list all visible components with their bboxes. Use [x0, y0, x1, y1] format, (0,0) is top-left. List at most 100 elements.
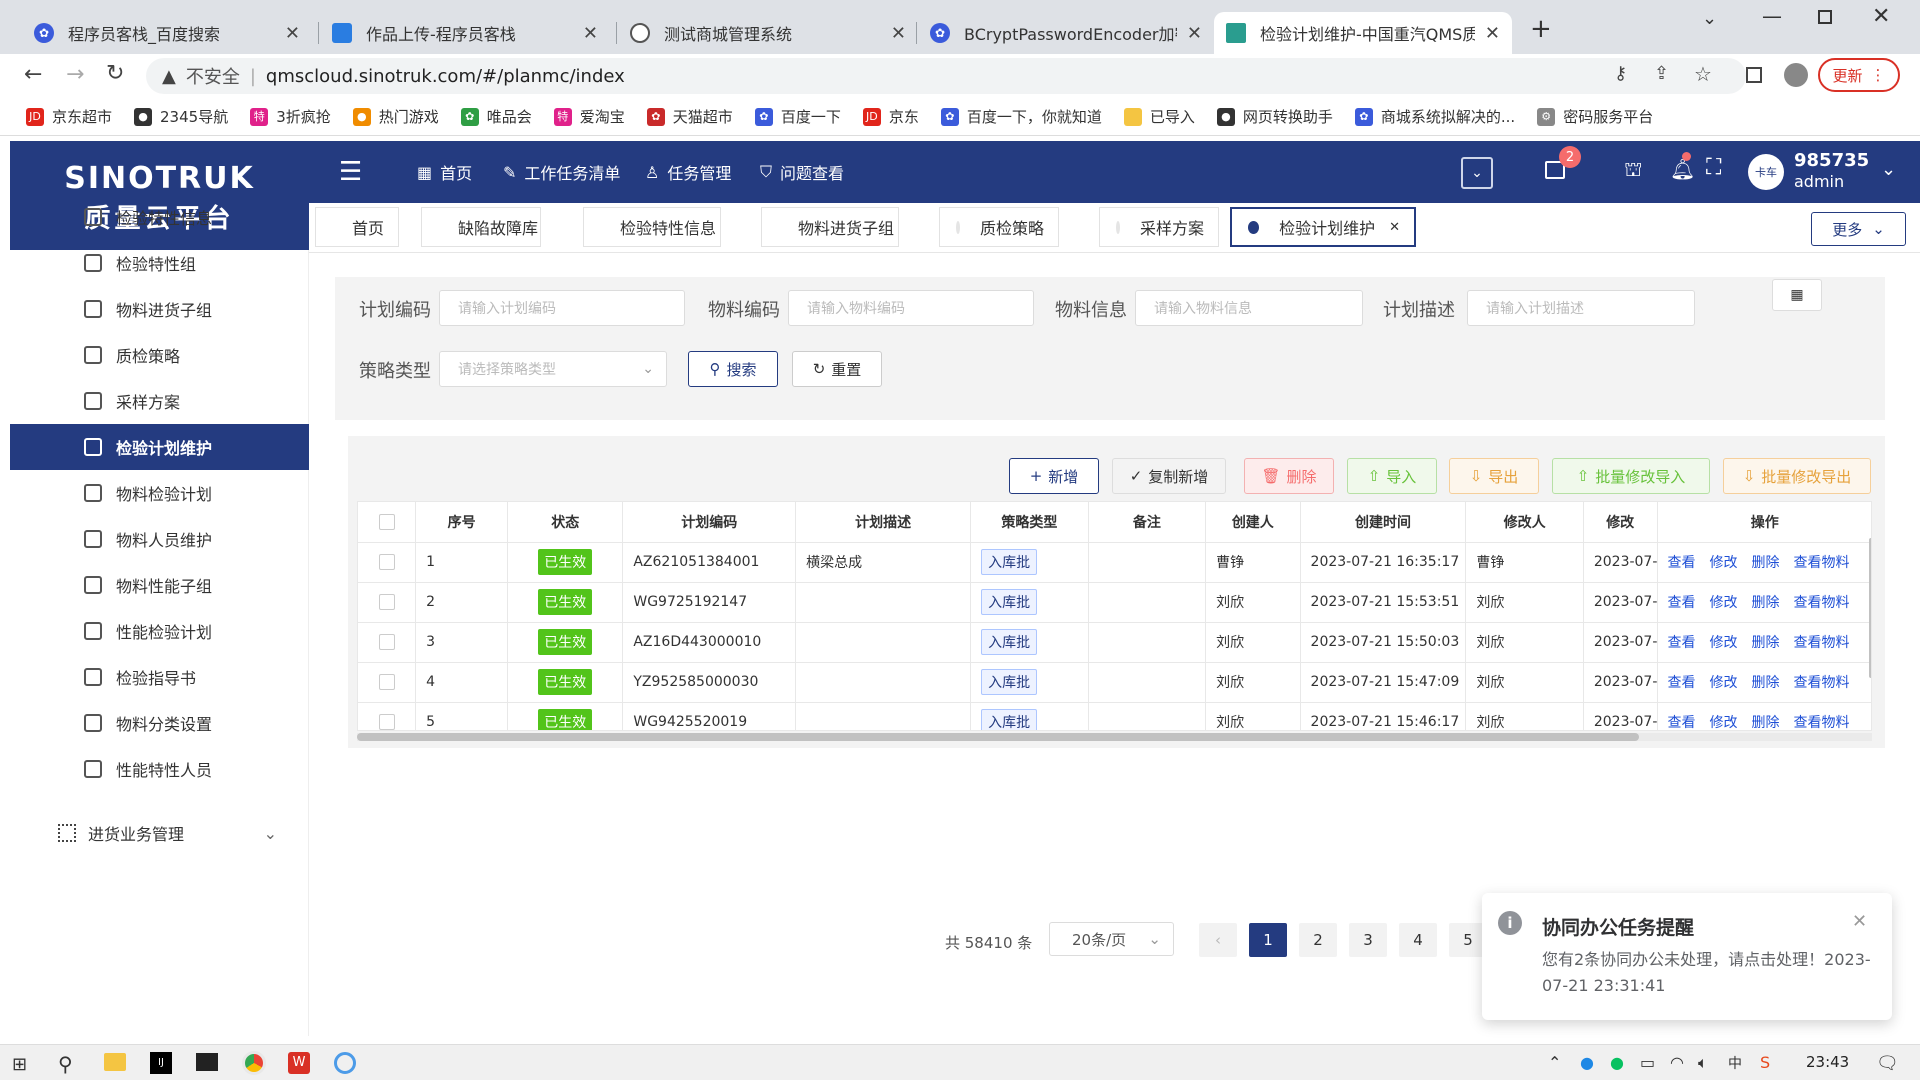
browser-tab-5-active[interactable]: 检验计划维护-中国重汽QMS质量 ✕ — [1214, 12, 1512, 54]
maximize-icon[interactable] — [1818, 10, 1832, 24]
view-material-link[interactable]: 查看物料 — [1794, 715, 1850, 730]
new-tab-button[interactable]: + — [1530, 14, 1552, 44]
sidebar-item-10[interactable]: 性能检验计划 — [10, 608, 309, 654]
bookmark-item[interactable]: ✿ 天猫超市 — [646, 106, 733, 127]
bookmark-item[interactable]: 已导入 — [1123, 106, 1195, 127]
page-button[interactable]: 1 — [1249, 923, 1287, 957]
bookmark-item[interactable]: ● 2345导航 — [134, 106, 228, 127]
table-row[interactable]: 5 已生效 WG9425520019 入库批 刘欣 2023-07-21 15:46:17… — [358, 702, 1871, 730]
close-tab-icon[interactable]: ✕ — [583, 23, 598, 44]
row-checkbox[interactable] — [378, 554, 395, 570]
edit-link[interactable]: 修改 — [1710, 675, 1738, 691]
close-tag-icon[interactable]: ✕ — [1389, 220, 1400, 235]
row-checkbox[interactable] — [378, 594, 395, 610]
share-icon[interactable]: ⇪ — [1654, 63, 1669, 84]
sidebar-item-5[interactable]: 采样方案 — [10, 378, 309, 424]
view-material-link[interactable]: 查看物料 — [1794, 675, 1850, 691]
edit-link[interactable]: 修改 — [1710, 595, 1738, 611]
windows-start-icon[interactable]: ⊞ — [12, 1054, 27, 1075]
dropdown-box-icon[interactable]: ⌄ — [1461, 157, 1493, 189]
nav-tasks[interactable]: ♙ 任务管理 — [645, 141, 731, 203]
prev-page-button[interactable]: ‹ — [1199, 923, 1237, 957]
tray-chevron-icon[interactable]: ⌃ — [1548, 1053, 1561, 1072]
view-link[interactable]: 查看 — [1668, 715, 1696, 730]
tag-material-subgroup[interactable]: 物料进货子组 — [761, 207, 899, 247]
sidebar-item-4[interactable]: 质检策略 — [10, 332, 309, 378]
bookmark-item[interactable]: ✿ 百度一下，你就知道 — [940, 106, 1102, 127]
view-material-link[interactable]: 查看物料 — [1794, 555, 1850, 571]
notification-center-icon[interactable]: 🗨︎ — [1876, 1053, 1899, 1074]
update-button[interactable]: 更新 ⋮ — [1818, 58, 1900, 92]
avatar[interactable]: 卡车 — [1748, 154, 1784, 190]
search-button[interactable]: ⚲ 搜索 — [688, 351, 778, 387]
sogou-icon[interactable]: S — [1760, 1053, 1770, 1072]
table-row[interactable]: 3 已生效 AZ16D443000010 入库批 刘欣 2023-07-21 15:50:… — [358, 622, 1871, 663]
bookmark-item[interactable]: ✿ 百度一下 — [754, 106, 841, 127]
close-tab-icon[interactable]: ✕ — [1485, 23, 1500, 44]
sidebar-item-9[interactable]: 物料性能子组 — [10, 562, 309, 608]
bookmark-item[interactable]: 特爱淘宝 — [553, 106, 625, 127]
table-row[interactable]: 4 已生效 YZ952585000030 入库批 刘欣 2023-07-21 15:47:… — [358, 662, 1871, 703]
table-row[interactable]: 1 已生效 AZ621051384001 横梁总成 入库批 曹铮 2023-07-21 16… — [358, 542, 1871, 583]
battery-icon[interactable]: ▭ — [1640, 1053, 1655, 1072]
batch-import-button[interactable]: ⇧ 批量修改导入 — [1552, 458, 1710, 494]
tag-home[interactable]: 首页 — [315, 207, 399, 247]
tag-defect-library[interactable]: 缺陷故障库 — [421, 207, 541, 247]
nav-worklist[interactable]: ✎ 工作任务清单 — [503, 141, 620, 203]
bell-icon[interactable]: 🔔︎ — [1670, 157, 1695, 181]
tag-qc-strategy[interactable]: 质检策略 — [939, 207, 1059, 247]
wechat-icon[interactable]: ● — [1610, 1053, 1624, 1072]
bookmark-item[interactable]: JD 京东超市 — [26, 106, 112, 127]
sidebar-group-inbound[interactable]: 进货业务管理 ⌄ — [10, 805, 309, 861]
edit-link[interactable]: 修改 — [1710, 715, 1738, 730]
side-panel-icon[interactable] — [1746, 67, 1762, 83]
terminal-icon[interactable] — [196, 1053, 218, 1071]
material-code-input[interactable]: 请输入物料编码 — [788, 290, 1034, 326]
add-button[interactable]: + 新增 — [1009, 458, 1099, 494]
intellij-icon[interactable]: IJ — [150, 1052, 172, 1074]
forward-icon[interactable]: → — [66, 62, 84, 87]
sidebar-item-8[interactable]: 物料人员维护 — [10, 516, 309, 562]
minimize-icon[interactable]: — — [1762, 4, 1782, 28]
edit-link[interactable]: 修改 — [1710, 635, 1738, 651]
bookmark-item[interactable]: 特 3折疯抢 — [250, 106, 331, 127]
close-tab-icon[interactable]: ✕ — [891, 23, 906, 44]
row-checkbox[interactable] — [378, 714, 395, 730]
ime-indicator[interactable]: 中 — [1728, 1053, 1742, 1073]
menu-toggle-icon[interactable]: ☰ — [339, 141, 362, 203]
plan-code-input[interactable]: 请输入计划编码 — [439, 290, 685, 326]
delete-button[interactable]: 🗑︎ 删除 — [1244, 458, 1334, 494]
delete-link[interactable]: 删除 — [1752, 675, 1780, 691]
close-tab-icon[interactable]: ✕ — [285, 23, 300, 44]
browser-tab-1[interactable]: ✿ 程序员客栈_百度搜索 ✕ — [22, 12, 312, 54]
bookmark-item[interactable]: ● 网页转换助手 — [1216, 106, 1333, 127]
user-id[interactable]: 985735 — [1794, 150, 1869, 171]
view-material-link[interactable]: 查看物料 — [1794, 635, 1850, 651]
sidebar-item-6[interactable]: 检验计划维护 — [10, 424, 309, 470]
url-field[interactable]: ▲ 不安全 | qmscloud.sinotruk.com/#/planmc/i… — [146, 58, 1746, 94]
table-row[interactable]: 2 已生效 WG9725192147 入库批 刘欣 2023-07-21 15:53:51… — [358, 582, 1871, 623]
fullscreen-icon[interactable]: ⛶ — [1706, 155, 1721, 180]
profile-avatar-icon[interactable] — [1784, 63, 1808, 87]
sidebar-item-3[interactable]: 物料进货子组 — [10, 286, 309, 332]
user-menu-chevron-icon[interactable]: ⌄ — [1881, 159, 1896, 180]
tab-search-chevron-icon[interactable]: ⌄ — [1702, 8, 1717, 29]
row-checkbox[interactable] — [378, 634, 395, 650]
app-icon[interactable] — [334, 1052, 356, 1074]
bookmark-item[interactable]: ⚙ 密码服务平台 — [1537, 106, 1653, 127]
notification-body[interactable]: 您有2条协同办公未处理，请点击处理！2023-07-21 23:31:41 — [1542, 947, 1872, 999]
select-all-checkbox[interactable] — [358, 502, 417, 543]
table-horizontal-scrollbar[interactable] — [357, 733, 1872, 741]
material-info-input[interactable]: 请输入物料信息 — [1135, 290, 1363, 326]
view-link[interactable]: 查看 — [1668, 595, 1696, 611]
sidebar-item-7[interactable]: 物料检验计划 — [10, 470, 309, 516]
view-material-link[interactable]: 查看物料 — [1794, 595, 1850, 611]
plan-desc-input[interactable]: 请输入计划描述 — [1467, 290, 1695, 326]
export-button[interactable]: ⇩ 导出 — [1449, 458, 1539, 494]
view-link[interactable]: 查看 — [1668, 675, 1696, 691]
search-icon[interactable]: ⚲ — [58, 1052, 73, 1076]
back-icon[interactable]: ← — [24, 62, 42, 87]
sidebar-item-13[interactable]: 性能特性人员 — [10, 746, 309, 792]
bookmark-item[interactable]: ✿ 商城系统拟解决的... — [1354, 106, 1515, 127]
bookmark-item[interactable]: JD 京东 — [862, 106, 919, 127]
